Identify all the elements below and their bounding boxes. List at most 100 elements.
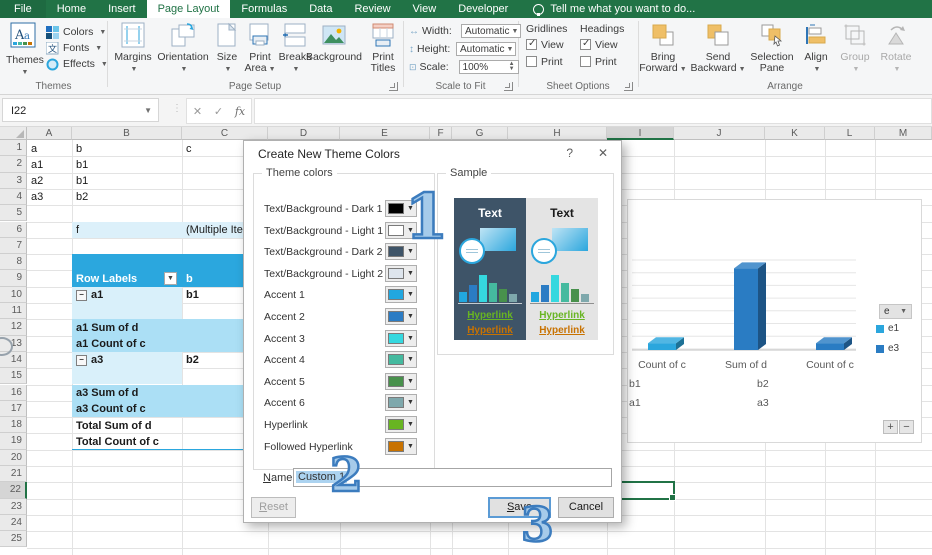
row-header-23[interactable]: 23 [0,499,27,515]
column-header-C[interactable]: C [182,127,268,140]
size-button[interactable]: Size▼ [211,22,243,75]
row-header-10[interactable]: 10 [0,287,27,303]
cell-C10[interactable]: b1 [186,287,199,303]
column-header-L[interactable]: L [825,127,875,140]
row-header-11[interactable]: 11 [0,303,27,319]
tab-data[interactable]: Data [298,0,343,18]
tab-page-layout[interactable]: Page Layout [147,0,231,18]
dialog-close-icon[interactable]: ✕ [598,146,608,160]
tab-developer[interactable]: Developer [447,0,519,18]
cell-B3[interactable]: b1 [76,173,88,189]
cell-A4[interactable]: a3 [31,189,43,205]
tab-view[interactable]: View [402,0,448,18]
cancel-button[interactable]: Cancel [558,497,614,518]
chart-legend-field-button[interactable]: e▼ [879,304,912,319]
column-header-D[interactable]: D [268,127,340,140]
row-header-1[interactable]: 1 [0,140,27,156]
swatch-button-accent-6[interactable]: ▼ [385,394,417,411]
cell-B18[interactable]: Total Sum of d [76,418,152,434]
cell-B13[interactable]: a1 Count of c [76,336,146,352]
row-header-7[interactable]: 7 [0,238,27,254]
swatch-button-accent-4[interactable]: ▼ [385,351,417,368]
column-header-M[interactable]: M [875,127,932,140]
row-header-16[interactable]: 16 [0,385,27,401]
cell-B19[interactable]: Total Count of c [76,434,159,450]
height-dropdown[interactable]: Automatic▼ [456,42,516,56]
tab-review[interactable]: Review [343,0,401,18]
cell-A3[interactable]: a2 [31,173,43,189]
print-area-button[interactable]: Print Area▼ [241,22,279,75]
column-header-J[interactable]: J [674,127,765,140]
cell-A2[interactable]: a1 [31,157,43,173]
scale-to-fit-dialog-launcher[interactable] [504,82,513,91]
cell-B4[interactable]: b2 [76,189,88,205]
fonts-button[interactable]: 文 Fonts▼ [46,40,108,56]
tab-insert[interactable]: Insert [97,0,147,18]
chart-collapse-button[interactable]: − [899,420,914,434]
sheet-options-dialog-launcher[interactable] [624,82,633,91]
swatch-button-accent-2[interactable]: ▼ [385,308,417,325]
cell-A1[interactable]: a [31,141,37,157]
swatch-button-accent-1[interactable]: ▼ [385,286,417,303]
cell-B1[interactable]: b [76,141,82,157]
row-header-2[interactable]: 2 [0,156,27,172]
row-header-19[interactable]: 19 [0,433,27,449]
row-header-18[interactable]: 18 [0,417,27,433]
row-labels-filter-dropdown[interactable]: ▼ [164,272,177,285]
dialog-help-icon[interactable]: ? [566,146,573,160]
send-backward-button[interactable]: SendBackward▼ [690,22,746,75]
swatch-button-accent-5[interactable]: ▼ [385,373,417,390]
effects-button[interactable]: Effects▼ [46,56,108,72]
orientation-button[interactable]: Orientation▼ [155,22,211,75]
row-header-6[interactable]: 6 [0,222,27,238]
tab-formulas[interactable]: Formulas [230,0,298,18]
tab-home[interactable]: Home [46,0,97,18]
column-header-A[interactable]: A [27,127,72,140]
row-header-25[interactable]: 25 [0,531,27,547]
row-header-17[interactable]: 17 [0,401,27,417]
cancel-entry-icon[interactable]: ✕ [193,105,202,118]
page-setup-dialog-launcher[interactable] [389,82,398,91]
name-box-dropdown-icon[interactable]: ▼ [144,99,152,123]
headings-print-checkbox[interactable]: Print [580,56,624,68]
headings-view-checkbox[interactable]: View [580,39,624,51]
cell-C14[interactable]: b2 [186,352,199,368]
select-all-corner[interactable] [0,127,27,140]
themes-button[interactable]: Aa Themes▼ [6,22,42,78]
column-header-E[interactable]: E [340,127,430,140]
collapse-button[interactable]: − [76,290,87,301]
align-button[interactable]: Align▼ [798,22,834,75]
column-header-F[interactable]: F [430,127,452,140]
tell-me[interactable]: Tell me what you want to do... [519,0,695,18]
row-header-20[interactable]: 20 [0,450,27,466]
width-dropdown[interactable]: Automatic▼ [461,24,521,38]
selection-pane-button[interactable]: SelectionPane [748,22,796,74]
background-button[interactable]: Background [303,22,365,63]
collapse-button[interactable]: − [76,355,87,366]
gridlines-print-checkbox[interactable]: Print [526,56,567,68]
cell-B14[interactable]: −a3 [76,352,103,368]
cell-C1[interactable]: c [186,141,192,157]
confirm-entry-icon[interactable]: ✓ [214,105,223,118]
formula-input[interactable] [254,98,932,124]
cell-B10[interactable]: −a1 [76,287,103,303]
cell-C9[interactable]: b [186,271,193,287]
column-header-G[interactable]: G [452,127,508,140]
row-header-5[interactable]: 5 [0,205,27,221]
cell-B9[interactable]: Row Labels [76,271,137,287]
row-header-3[interactable]: 3 [0,173,27,189]
column-header-I[interactable]: I [607,127,674,140]
column-header-B[interactable]: B [72,127,182,140]
swatch-button-accent-3[interactable]: ▼ [385,330,417,347]
name-box[interactable]: I22▼ [2,98,159,122]
colors-button[interactable]: Colors▼ [46,24,108,40]
row-header-24[interactable]: 24 [0,515,27,531]
row-header-8[interactable]: 8 [0,254,27,270]
tab-file[interactable]: File [0,0,46,18]
column-header-H[interactable]: H [508,127,607,140]
cell-B17[interactable]: a3 Count of c [76,401,146,417]
swatch-button-followed-hyperlink[interactable]: ▼ [385,438,417,455]
swatch-button-hyperlink[interactable]: ▼ [385,416,417,433]
print-titles-button[interactable]: Print Titles [365,22,401,74]
cell-B2[interactable]: b1 [76,157,88,173]
